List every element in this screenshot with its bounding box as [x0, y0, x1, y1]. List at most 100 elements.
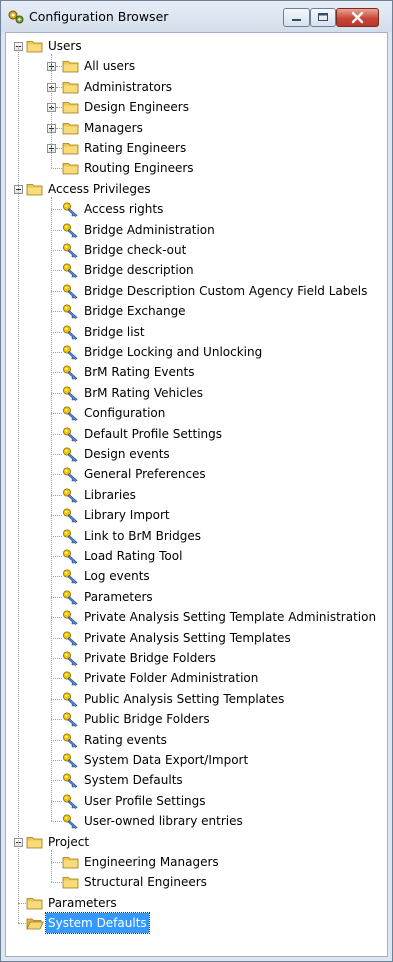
tree-node-label: Public Bridge Folders [84, 712, 210, 726]
tree-node-bridge-administration[interactable]: Bridge Administration [6, 220, 386, 240]
key-icon [63, 712, 78, 727]
tree-connector-line [51, 495, 62, 496]
tree-node-label: Bridge description [84, 263, 194, 277]
tree-node-label: Bridge list [84, 325, 145, 339]
tree-node-label: Access rights [84, 202, 164, 216]
tree-node-label: User Profile Settings [84, 794, 206, 808]
tree-node-label: Private Bridge Folders [84, 651, 216, 665]
tree-node-label: Bridge Administration [84, 223, 215, 237]
tree-node-brm-rating-vehicles[interactable]: BrM Rating Vehicles [6, 383, 386, 403]
tree-node-users[interactable]: Users [6, 36, 386, 56]
tree-node-system-defaults[interactable]: System Defaults [6, 912, 386, 934]
tree-node-routing-engineers[interactable]: Routing Engineers [6, 158, 386, 178]
tree-node-label: Project [48, 835, 90, 849]
tree-node-log-events[interactable]: Log events [6, 566, 386, 586]
tree-node-design-engineers[interactable]: Design Engineers [6, 97, 386, 117]
tree-node-private-analysis-setting-templates[interactable]: Private Analysis Setting Templates [6, 628, 386, 648]
folder-icon [62, 123, 79, 135]
tree-node-bridge-description-custom-agency-field-labels[interactable]: Bridge Description Custom Agency Field L… [6, 281, 386, 301]
tree-node-bridge-exchange[interactable]: Bridge Exchange [6, 301, 386, 321]
tree-node-link-to-brm-bridges[interactable]: Link to BrM Bridges [6, 526, 386, 546]
tree-node-managers[interactable]: Managers [6, 118, 386, 138]
tree-node-load-rating-tool[interactable]: Load Rating Tool [6, 546, 386, 566]
tree-node-bridge-locking-and-unlocking[interactable]: Bridge Locking and Unlocking [6, 342, 386, 362]
key-icon [63, 202, 78, 217]
configuration-tree[interactable]: Users All users Administrators Design Engin… [6, 33, 387, 956]
folder-icon [62, 61, 79, 73]
key-icon [63, 488, 78, 503]
tree-node-label: Structural Engineers [84, 875, 207, 889]
tree-node-system-data-export-import[interactable]: System Data Export/Import [6, 750, 386, 770]
key-icon [63, 631, 78, 646]
tree-node-label: System Defaults [84, 773, 183, 787]
tree-node-system-defaults[interactable]: System Defaults [6, 770, 386, 790]
tree-node-libraries[interactable]: Libraries [6, 485, 386, 505]
tree-node-rating-events[interactable]: Rating events [6, 730, 386, 750]
tree-connector-line [51, 270, 62, 271]
tree-node-label: System Defaults [45, 912, 150, 934]
folder-icon [62, 82, 79, 94]
tree-connector-line [51, 801, 62, 802]
tree-node-public-analysis-setting-templates[interactable]: Public Analysis Setting Templates [6, 689, 386, 709]
key-icon [63, 529, 78, 544]
tree-node-user-profile-settings[interactable]: User Profile Settings [6, 791, 386, 811]
tree-node-bridge-description[interactable]: Bridge description [6, 260, 386, 280]
tree-node-label: Rating events [84, 733, 167, 747]
tree-node-label: Load Rating Tool [84, 549, 183, 563]
tree-node-library-import[interactable]: Library Import [6, 505, 386, 525]
tree-node-parameters[interactable]: Parameters [6, 893, 386, 913]
tree-node-label: Routing Engineers [84, 161, 194, 175]
minimize-button[interactable] [283, 8, 310, 27]
maximize-button[interactable] [310, 8, 336, 27]
tree-connector-line [56, 107, 62, 108]
tree-connector-line [51, 597, 62, 598]
tree-node-private-analysis-setting-template-administration[interactable]: Private Analysis Setting Template Admini… [6, 607, 386, 627]
tree-node-label: Configuration [84, 406, 166, 420]
tree-connector-line [51, 699, 62, 700]
tree-node-label: Library Import [84, 508, 170, 522]
close-button[interactable] [336, 8, 379, 27]
tree-connector-line [51, 556, 62, 557]
tree-connector-line [51, 168, 62, 169]
tree-node-default-profile-settings[interactable]: Default Profile Settings [6, 424, 386, 444]
tree-node-project[interactable]: Project [6, 832, 386, 852]
tree-node-label: Access Privileges [48, 182, 151, 196]
tree-node-private-folder-administration[interactable]: Private Folder Administration [6, 668, 386, 688]
tree-node-label: Rating Engineers [84, 141, 187, 155]
tree-node-label: Link to BrM Bridges [84, 529, 201, 543]
tree-node-all-users[interactable]: All users [6, 56, 386, 76]
key-icon [63, 284, 78, 299]
tree-node-label: Private Analysis Setting Template Admini… [84, 610, 377, 624]
tree-connector-line [51, 474, 62, 475]
tree-node-access-rights[interactable]: Access rights [6, 199, 386, 219]
title-bar[interactable]: Configuration Browser [1, 1, 392, 32]
tree-connector-line [18, 923, 26, 924]
tree-node-user-owned-library-entries[interactable]: User-owned library entries [6, 811, 386, 831]
tree-node-label: Parameters [84, 590, 153, 604]
key-icon [63, 508, 78, 523]
tree-node-label: Bridge Exchange [84, 304, 186, 318]
tree-node-label: Public Analysis Setting Templates [84, 692, 285, 706]
tree-node-general-preferences[interactable]: General Preferences [6, 464, 386, 484]
tree-node-access-privileges[interactable]: Access Privileges [6, 179, 386, 199]
tree-node-design-events[interactable]: Design events [6, 444, 386, 464]
key-icon [63, 590, 78, 605]
folder-icon [26, 837, 43, 849]
tree-node-parameters[interactable]: Parameters [6, 587, 386, 607]
tree-node-engineering-managers[interactable]: Engineering Managers [6, 852, 386, 872]
tree-connector-line [51, 821, 62, 822]
tree-node-rating-engineers[interactable]: Rating Engineers [6, 138, 386, 158]
tree-connector-line [51, 291, 62, 292]
tree-node-bridge-list[interactable]: Bridge list [6, 322, 386, 342]
key-icon [63, 243, 78, 258]
tree-node-administrators[interactable]: Administrators [6, 77, 386, 97]
tree-node-label: User-owned library entries [84, 814, 243, 828]
tree-node-label: Libraries [84, 488, 136, 502]
tree-node-public-bridge-folders[interactable]: Public Bridge Folders [6, 709, 386, 729]
tree-node-configuration[interactable]: Configuration [6, 403, 386, 423]
tree-node-label: All users [84, 59, 136, 73]
tree-node-brm-rating-events[interactable]: BrM Rating Events [6, 362, 386, 382]
tree-node-bridge-check-out[interactable]: Bridge check-out [6, 240, 386, 260]
tree-node-private-bridge-folders[interactable]: Private Bridge Folders [6, 648, 386, 668]
tree-node-structural-engineers[interactable]: Structural Engineers [6, 872, 386, 892]
